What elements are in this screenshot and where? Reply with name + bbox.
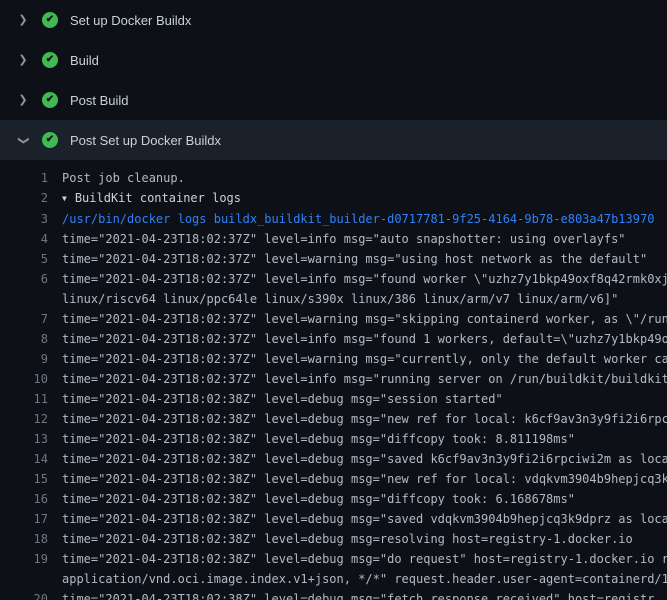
collapse-triangle-icon[interactable]: ▼ — [62, 189, 67, 209]
log-text: time="2021-04-23T18:02:37Z" level=warnin… — [62, 349, 667, 369]
section-label: Post Build — [70, 93, 129, 108]
log-text: time="2021-04-23T18:02:37Z" level=info m… — [62, 269, 667, 309]
log-line: 13time="2021-04-23T18:02:38Z" level=debu… — [0, 429, 667, 449]
section-header-post-set-up-docker-buildx[interactable]: ❯ ✔ Post Set up Docker Buildx — [0, 120, 667, 160]
log-text: time="2021-04-23T18:02:38Z" level=debug … — [62, 589, 667, 600]
log-line: 12time="2021-04-23T18:02:38Z" level=debu… — [0, 409, 667, 429]
chevron-down-icon[interactable]: ❯ — [18, 133, 29, 147]
line-number[interactable]: 2 — [0, 188, 62, 209]
log-line: 14time="2021-04-23T18:02:38Z" level=debu… — [0, 449, 667, 469]
log-text: time="2021-04-23T18:02:38Z" level=debug … — [62, 529, 667, 549]
log-text: Post job cleanup. — [62, 168, 667, 188]
log-line: 6time="2021-04-23T18:02:37Z" level=info … — [0, 269, 667, 309]
chevron-right-icon[interactable]: ❯ — [16, 55, 30, 66]
log-line: 3/usr/bin/docker logs buildx_buildkit_bu… — [0, 209, 667, 229]
line-number[interactable]: 15 — [0, 469, 62, 489]
section-header-build[interactable]: ❯ ✔ Build — [0, 40, 667, 80]
success-check-icon: ✔ — [42, 132, 58, 148]
log-line: 16time="2021-04-23T18:02:38Z" level=debu… — [0, 489, 667, 509]
log-text: time="2021-04-23T18:02:38Z" level=debug … — [62, 409, 667, 429]
line-number[interactable]: 20 — [0, 589, 62, 600]
log-text: time="2021-04-23T18:02:37Z" level=info m… — [62, 329, 667, 349]
command-text: /usr/bin/docker logs buildx_buildkit_bui… — [62, 209, 667, 229]
log-line: 2▼BuildKit container logs — [0, 188, 667, 209]
line-number[interactable]: 3 — [0, 209, 62, 229]
line-number[interactable]: 5 — [0, 249, 62, 269]
log-line: 19time="2021-04-23T18:02:38Z" level=debu… — [0, 549, 667, 589]
log-line: 4time="2021-04-23T18:02:37Z" level=info … — [0, 229, 667, 249]
line-number[interactable]: 16 — [0, 489, 62, 509]
log-line: 10time="2021-04-23T18:02:37Z" level=info… — [0, 369, 667, 389]
log-line: 17time="2021-04-23T18:02:38Z" level=debu… — [0, 509, 667, 529]
log-text: ▼BuildKit container logs — [62, 188, 667, 209]
log-text: time="2021-04-23T18:02:37Z" level=warnin… — [62, 249, 667, 269]
success-check-icon: ✔ — [42, 52, 58, 68]
log-line: 5time="2021-04-23T18:02:37Z" level=warni… — [0, 249, 667, 269]
line-number[interactable]: 19 — [0, 549, 62, 589]
log-text: time="2021-04-23T18:02:37Z" level=info m… — [62, 229, 667, 249]
section-label: Build — [70, 53, 99, 68]
log-line: 8time="2021-04-23T18:02:37Z" level=info … — [0, 329, 667, 349]
section-label: Post Set up Docker Buildx — [70, 133, 221, 148]
log-text: time="2021-04-23T18:02:38Z" level=debug … — [62, 489, 667, 509]
log-line: 9time="2021-04-23T18:02:37Z" level=warni… — [0, 349, 667, 369]
line-number[interactable]: 14 — [0, 449, 62, 469]
section-header-post-build[interactable]: ❯ ✔ Post Build — [0, 80, 667, 120]
line-number[interactable]: 12 — [0, 409, 62, 429]
line-number[interactable]: 17 — [0, 509, 62, 529]
chevron-right-icon[interactable]: ❯ — [16, 15, 30, 26]
log-text: time="2021-04-23T18:02:38Z" level=debug … — [62, 449, 667, 469]
log-text: time="2021-04-23T18:02:38Z" level=debug … — [62, 549, 667, 589]
chevron-right-icon[interactable]: ❯ — [16, 95, 30, 106]
log-line: 20time="2021-04-23T18:02:38Z" level=debu… — [0, 589, 667, 600]
log-text: time="2021-04-23T18:02:38Z" level=debug … — [62, 429, 667, 449]
log-text: time="2021-04-23T18:02:38Z" level=debug … — [62, 389, 667, 409]
log-text: time="2021-04-23T18:02:38Z" level=debug … — [62, 509, 667, 529]
log-line: 18time="2021-04-23T18:02:38Z" level=debu… — [0, 529, 667, 549]
line-number[interactable]: 4 — [0, 229, 62, 249]
line-number[interactable]: 9 — [0, 349, 62, 369]
line-number[interactable]: 1 — [0, 168, 62, 188]
log-text: time="2021-04-23T18:02:37Z" level=warnin… — [62, 309, 667, 329]
line-number[interactable]: 18 — [0, 529, 62, 549]
log-line: 15time="2021-04-23T18:02:38Z" level=debu… — [0, 469, 667, 489]
section-header-set-up-docker-buildx[interactable]: ❯ ✔ Set up Docker Buildx — [0, 0, 667, 40]
section-label: Set up Docker Buildx — [70, 13, 191, 28]
log-lines: 1Post job cleanup.2▼BuildKit container l… — [0, 160, 667, 600]
success-check-icon: ✔ — [42, 92, 58, 108]
line-number[interactable]: 6 — [0, 269, 62, 309]
log-line: 1Post job cleanup. — [0, 168, 667, 188]
log-text: time="2021-04-23T18:02:38Z" level=debug … — [62, 469, 667, 489]
line-number[interactable]: 7 — [0, 309, 62, 329]
line-number[interactable]: 10 — [0, 369, 62, 389]
workflow-log-viewer: ❯ ✔ Set up Docker Buildx ❯ ✔ Build ❯ ✔ P… — [0, 0, 667, 600]
log-line: 7time="2021-04-23T18:02:37Z" level=warni… — [0, 309, 667, 329]
success-check-icon: ✔ — [42, 12, 58, 28]
line-number[interactable]: 8 — [0, 329, 62, 349]
line-number[interactable]: 11 — [0, 389, 62, 409]
log-text: time="2021-04-23T18:02:37Z" level=info m… — [62, 369, 667, 389]
line-number[interactable]: 13 — [0, 429, 62, 449]
log-line: 11time="2021-04-23T18:02:38Z" level=debu… — [0, 389, 667, 409]
